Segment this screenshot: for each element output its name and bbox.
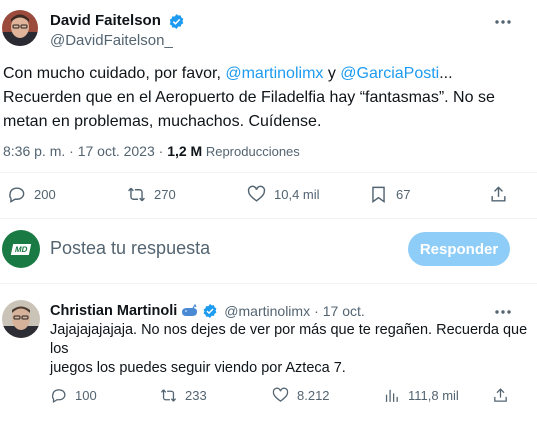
reply-author-avatar[interactable] bbox=[2, 300, 40, 338]
verified-badge-icon bbox=[168, 13, 185, 30]
tweet-text-line-3: metan en problemas, muchachos. Cuídense. bbox=[3, 113, 322, 130]
reply-text: Jajajajajajaja. No nos dejes de ver por … bbox=[50, 321, 535, 378]
submit-reply-button[interactable]: Responder bbox=[408, 232, 510, 266]
tweet-text-line-1: Con mucho cuidado, por favor, @martinoli… bbox=[3, 65, 453, 82]
reply-text-line-1: Jajajajajajaja. No nos dejes de ver por … bbox=[50, 322, 528, 338]
divider bbox=[0, 283, 537, 284]
reply-like-button[interactable]: 8.212 bbox=[272, 387, 330, 404]
reply-separator: · bbox=[314, 303, 319, 319]
reply-date[interactable]: 17 oct. bbox=[323, 303, 365, 319]
reply-button[interactable]: 200 bbox=[7, 185, 56, 204]
heart-icon bbox=[272, 387, 289, 402]
reply-author-name[interactable]: Christian Martinoli bbox=[50, 303, 177, 319]
tweet-text: Con mucho cuidado, por favor, @martinoli… bbox=[3, 62, 533, 134]
reply-icon bbox=[9, 187, 25, 203]
reply-retweet-button[interactable]: 233 bbox=[160, 387, 207, 404]
divider bbox=[0, 218, 537, 219]
reply-more-options-icon[interactable] bbox=[492, 302, 514, 322]
share-icon bbox=[491, 186, 506, 202]
reply-views-button[interactable]: 111,8 mil bbox=[383, 387, 459, 404]
author-avatar[interactable] bbox=[2, 10, 38, 46]
reply-author-handle[interactable]: @martinolimx bbox=[224, 303, 310, 319]
retweet-icon bbox=[160, 389, 177, 402]
views-chart-icon bbox=[385, 389, 398, 402]
reply-text-line-3: juegos los puedes seguir viendo por Azte… bbox=[50, 360, 346, 376]
reply-header: Christian Martinoli @martinolimx · 17 oc… bbox=[50, 303, 365, 319]
bookmark-icon bbox=[372, 186, 385, 204]
mention-link[interactable]: @martinolimx bbox=[225, 65, 323, 82]
tweet-meta: 8:36 p. m. · 17 oct. 2023 · 1,2 M Reprod… bbox=[3, 143, 300, 159]
divider bbox=[0, 172, 537, 173]
more-options-icon[interactable] bbox=[492, 12, 514, 32]
reply-input[interactable]: Postea tu respuesta bbox=[50, 238, 210, 259]
author-name[interactable]: David Faitelson bbox=[50, 12, 161, 29]
retweet-icon bbox=[128, 187, 145, 202]
heart-icon bbox=[247, 185, 266, 202]
user-avatar[interactable]: MD bbox=[2, 230, 40, 268]
like-button[interactable]: 10,4 mil bbox=[247, 185, 320, 204]
reply-icon bbox=[51, 389, 66, 404]
retweet-button[interactable]: 270 bbox=[127, 185, 176, 204]
tweet-text-line-2: Recuerden que en el Aeropuerto de Filade… bbox=[3, 89, 495, 106]
reply-share-button[interactable] bbox=[492, 387, 509, 404]
whale-icon bbox=[181, 303, 198, 318]
reply-reply-button[interactable]: 100 bbox=[50, 387, 97, 404]
views-count: 1,2 M bbox=[167, 143, 203, 159]
share-icon bbox=[494, 388, 507, 402]
bookmark-button[interactable]: 67 bbox=[369, 185, 410, 204]
author-handle[interactable]: @DavidFaitelson_ bbox=[50, 32, 173, 49]
tweet-timestamp[interactable]: 8:36 p. m. · 17 oct. 2023 · bbox=[3, 143, 167, 159]
mention-link[interactable]: @GarciaPosti bbox=[340, 65, 439, 82]
reply-text-line-2: los bbox=[50, 341, 69, 357]
verified-badge-icon bbox=[202, 303, 218, 319]
views-label: Reproducciones bbox=[202, 144, 300, 159]
share-button[interactable] bbox=[489, 185, 508, 204]
